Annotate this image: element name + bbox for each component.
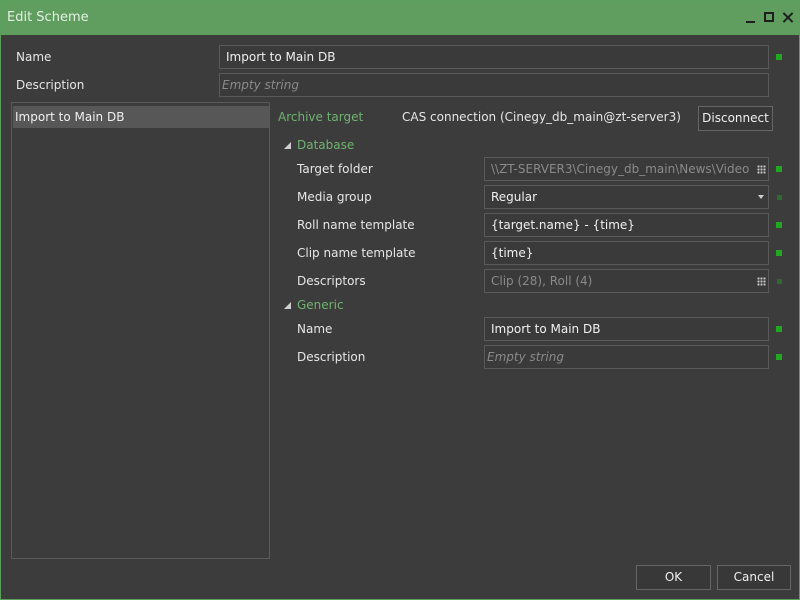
generic-expand-icon[interactable] xyxy=(284,302,291,309)
roll-name-template-input[interactable]: {target.name} - {time} xyxy=(484,213,769,237)
name-input[interactable]: Import to Main DB xyxy=(219,45,769,69)
roll-name-template-label: Roll name template xyxy=(297,218,415,232)
target-folder-label: Target folder xyxy=(297,162,373,176)
descriptors-status-indicator xyxy=(777,279,782,284)
clip-name-template-input[interactable]: {time} xyxy=(484,241,769,265)
media-group-label: Media group xyxy=(297,190,372,204)
window-title: Edit Scheme xyxy=(7,10,89,25)
database-section-label[interactable]: Database xyxy=(297,138,354,152)
generic-name-label: Name xyxy=(297,322,333,336)
disconnect-button[interactable]: Disconnect xyxy=(698,106,773,131)
minimize-icon[interactable] xyxy=(744,11,758,25)
chevron-down-icon[interactable] xyxy=(758,195,764,199)
clip-name-template-label: Clip name template xyxy=(297,246,416,260)
generic-name-input[interactable]: Import to Main DB xyxy=(484,317,769,341)
connection-status: CAS connection (Cinegy_db_main@zt-server… xyxy=(402,110,681,124)
clip-template-status-indicator xyxy=(776,250,782,256)
name-label: Name xyxy=(16,50,52,64)
descriptors-field[interactable]: Clip (28), Roll (4) xyxy=(484,269,769,293)
description-label: Description xyxy=(16,78,85,92)
description-input[interactable]: Empty string xyxy=(219,73,769,97)
cancel-button[interactable]: Cancel xyxy=(717,565,791,590)
generic-description-status-indicator xyxy=(776,354,782,360)
browse-icon[interactable] xyxy=(757,277,766,286)
generic-section-label[interactable]: Generic xyxy=(297,298,344,312)
target-folder-field[interactable]: \\ZT-SERVER3\Cinegy_db_main\News\Video xyxy=(484,157,769,181)
media-group-select[interactable]: Regular xyxy=(484,185,769,209)
archive-target-label: Archive target xyxy=(278,110,364,124)
descriptors-label: Descriptors xyxy=(297,274,366,288)
target-folder-status-indicator xyxy=(776,166,782,172)
title-bar[interactable]: Edit Scheme xyxy=(1,1,799,35)
database-expand-icon[interactable] xyxy=(284,142,291,149)
maximize-icon[interactable] xyxy=(763,11,777,25)
ok-button[interactable]: OK xyxy=(636,565,711,590)
media-group-status-indicator xyxy=(777,195,782,200)
browse-icon[interactable] xyxy=(757,165,766,174)
generic-description-input[interactable]: Empty string xyxy=(484,345,769,369)
generic-description-label: Description xyxy=(297,350,366,364)
scheme-list: Import to Main DB xyxy=(11,102,270,559)
scheme-list-item[interactable]: Import to Main DB xyxy=(13,106,269,128)
roll-template-status-indicator xyxy=(776,222,782,228)
edit-scheme-window: Edit Scheme Name Import to Main DB Descr… xyxy=(0,0,800,600)
generic-name-status-indicator xyxy=(776,326,782,332)
close-icon[interactable] xyxy=(781,11,795,25)
name-status-indicator xyxy=(776,54,782,60)
